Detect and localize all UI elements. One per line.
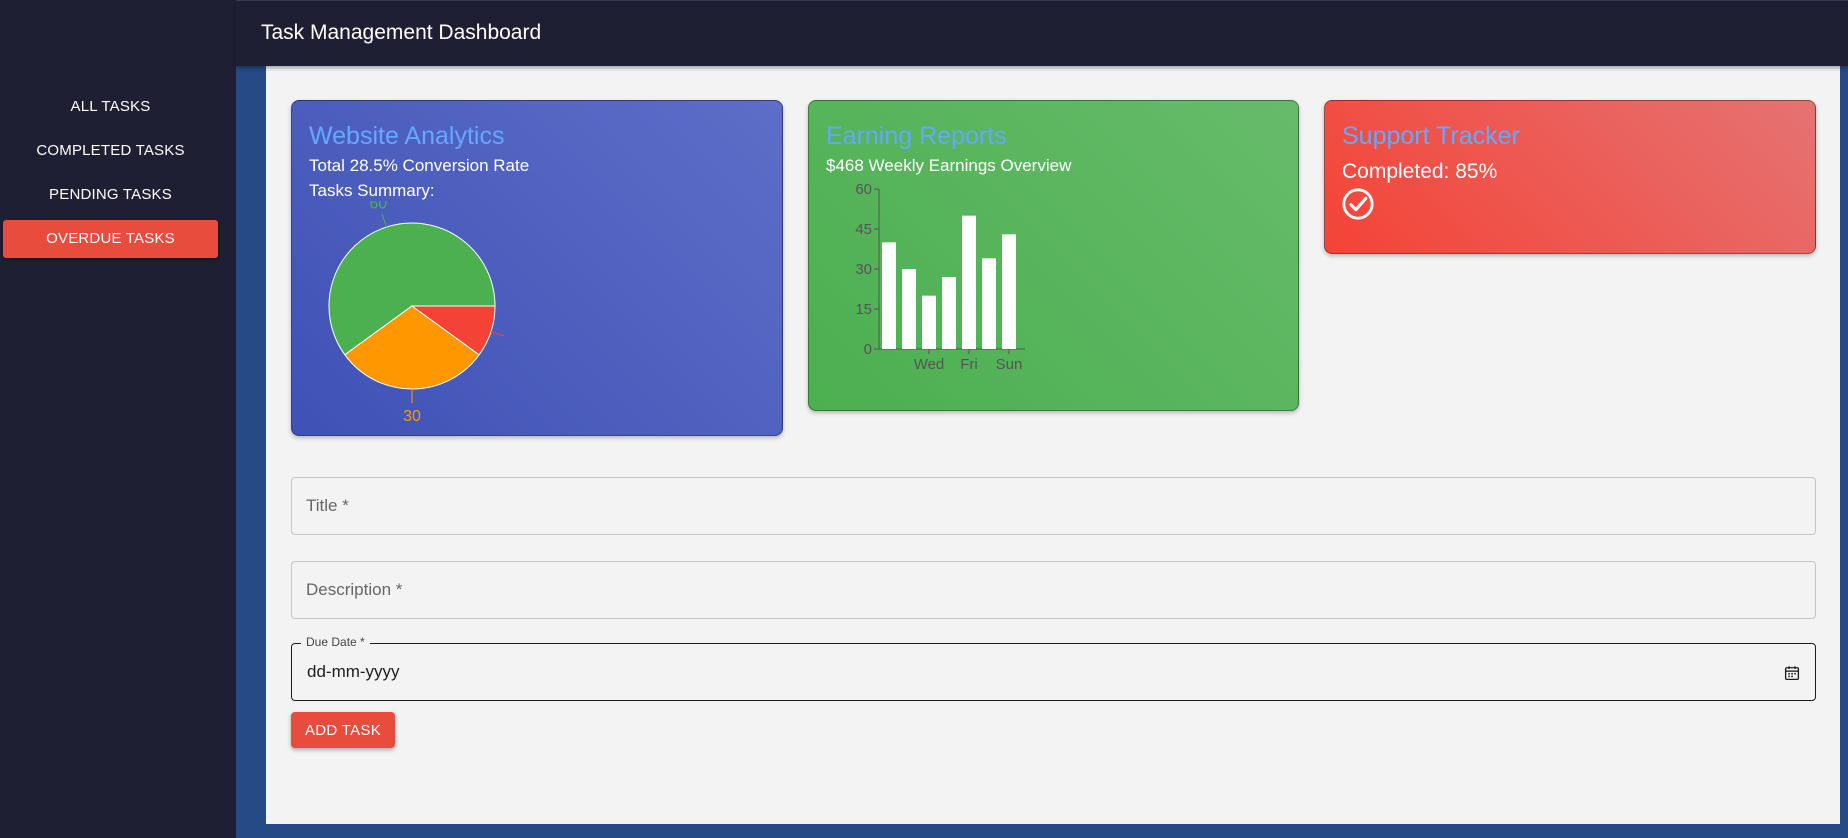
sidebar: ALL TASKS COMPLETED TASKS PENDING TASKS … [0, 0, 236, 838]
y-tick-label-2: 30 [855, 261, 872, 278]
pie-label-0: 60 [369, 201, 387, 212]
title-input[interactable] [292, 478, 1815, 534]
conversion-rate-text: Total 28.5% Conversion Rate [309, 156, 530, 175]
due-date-field[interactable]: Due Date * dd-mm-yyyy [291, 635, 1816, 701]
description-field [291, 561, 1816, 619]
pie-label-1: 30 [403, 408, 421, 425]
bar-tue [902, 269, 916, 349]
sidebar-item-pending-tasks[interactable]: PENDING TASKS [3, 176, 218, 214]
app-bar: Task Management Dashboard [236, 0, 1848, 66]
sidebar-item-completed-tasks[interactable]: COMPLETED TASKS [3, 132, 218, 170]
due-date-label: Due Date * [301, 635, 370, 649]
add-task-button[interactable]: ADD TASK [291, 712, 395, 748]
y-tick-label-1: 15 [855, 301, 872, 318]
x-tick-label-wed: Wed [914, 356, 945, 373]
website-analytics-card: Website Analytics Total 28.5% Conversion… [291, 100, 783, 436]
bar-sun [1002, 234, 1016, 349]
support-tracker-card: Support Tracker Completed: 85% [1324, 100, 1816, 254]
tasks-summary-label: Tasks Summary: [309, 181, 435, 200]
earning-reports-title: Earning Reports [826, 122, 1007, 150]
y-tick-label-3: 45 [855, 221, 872, 238]
website-analytics-title: Website Analytics [309, 122, 505, 150]
due-date-value[interactable]: dd-mm-yyyy [307, 662, 400, 682]
pie-label-line-0 [381, 213, 387, 228]
bar-fri [962, 215, 976, 349]
earning-reports-card: Earning Reports $468 Weekly Earnings Ove… [808, 100, 1299, 411]
check-circle-icon [1342, 188, 1374, 220]
sidebar-item-overdue-tasks[interactable]: OVERDUE TASKS [3, 220, 218, 258]
bar-mon [882, 242, 896, 349]
bar-thu [942, 277, 956, 349]
weekly-earnings-bar-chart: 0 15 30 45 60 Wed Fri Sun [855, 181, 1025, 373]
y-tick-label-4: 60 [855, 181, 872, 198]
sidebar-item-all-tasks[interactable]: ALL TASKS [3, 88, 218, 126]
title-field [291, 477, 1816, 535]
calendar-icon[interactable] [1783, 664, 1801, 682]
pie-label-line-2 [490, 331, 505, 337]
tasks-pie-chart: 60 30 [328, 201, 505, 425]
x-tick-label-fri: Fri [960, 356, 978, 373]
completed-percent-text: Completed: 85% [1342, 160, 1498, 183]
bar-wed [922, 295, 936, 349]
weekly-earnings-text: $468 Weekly Earnings Overview [826, 156, 1072, 175]
support-tracker-title: Support Tracker [1342, 122, 1520, 150]
description-input[interactable] [292, 562, 1815, 618]
y-tick-label-0: 0 [864, 341, 872, 358]
app-title: Task Management Dashboard [261, 21, 542, 44]
x-tick-label-sun: Sun [996, 356, 1023, 373]
bar-sat [982, 258, 996, 349]
